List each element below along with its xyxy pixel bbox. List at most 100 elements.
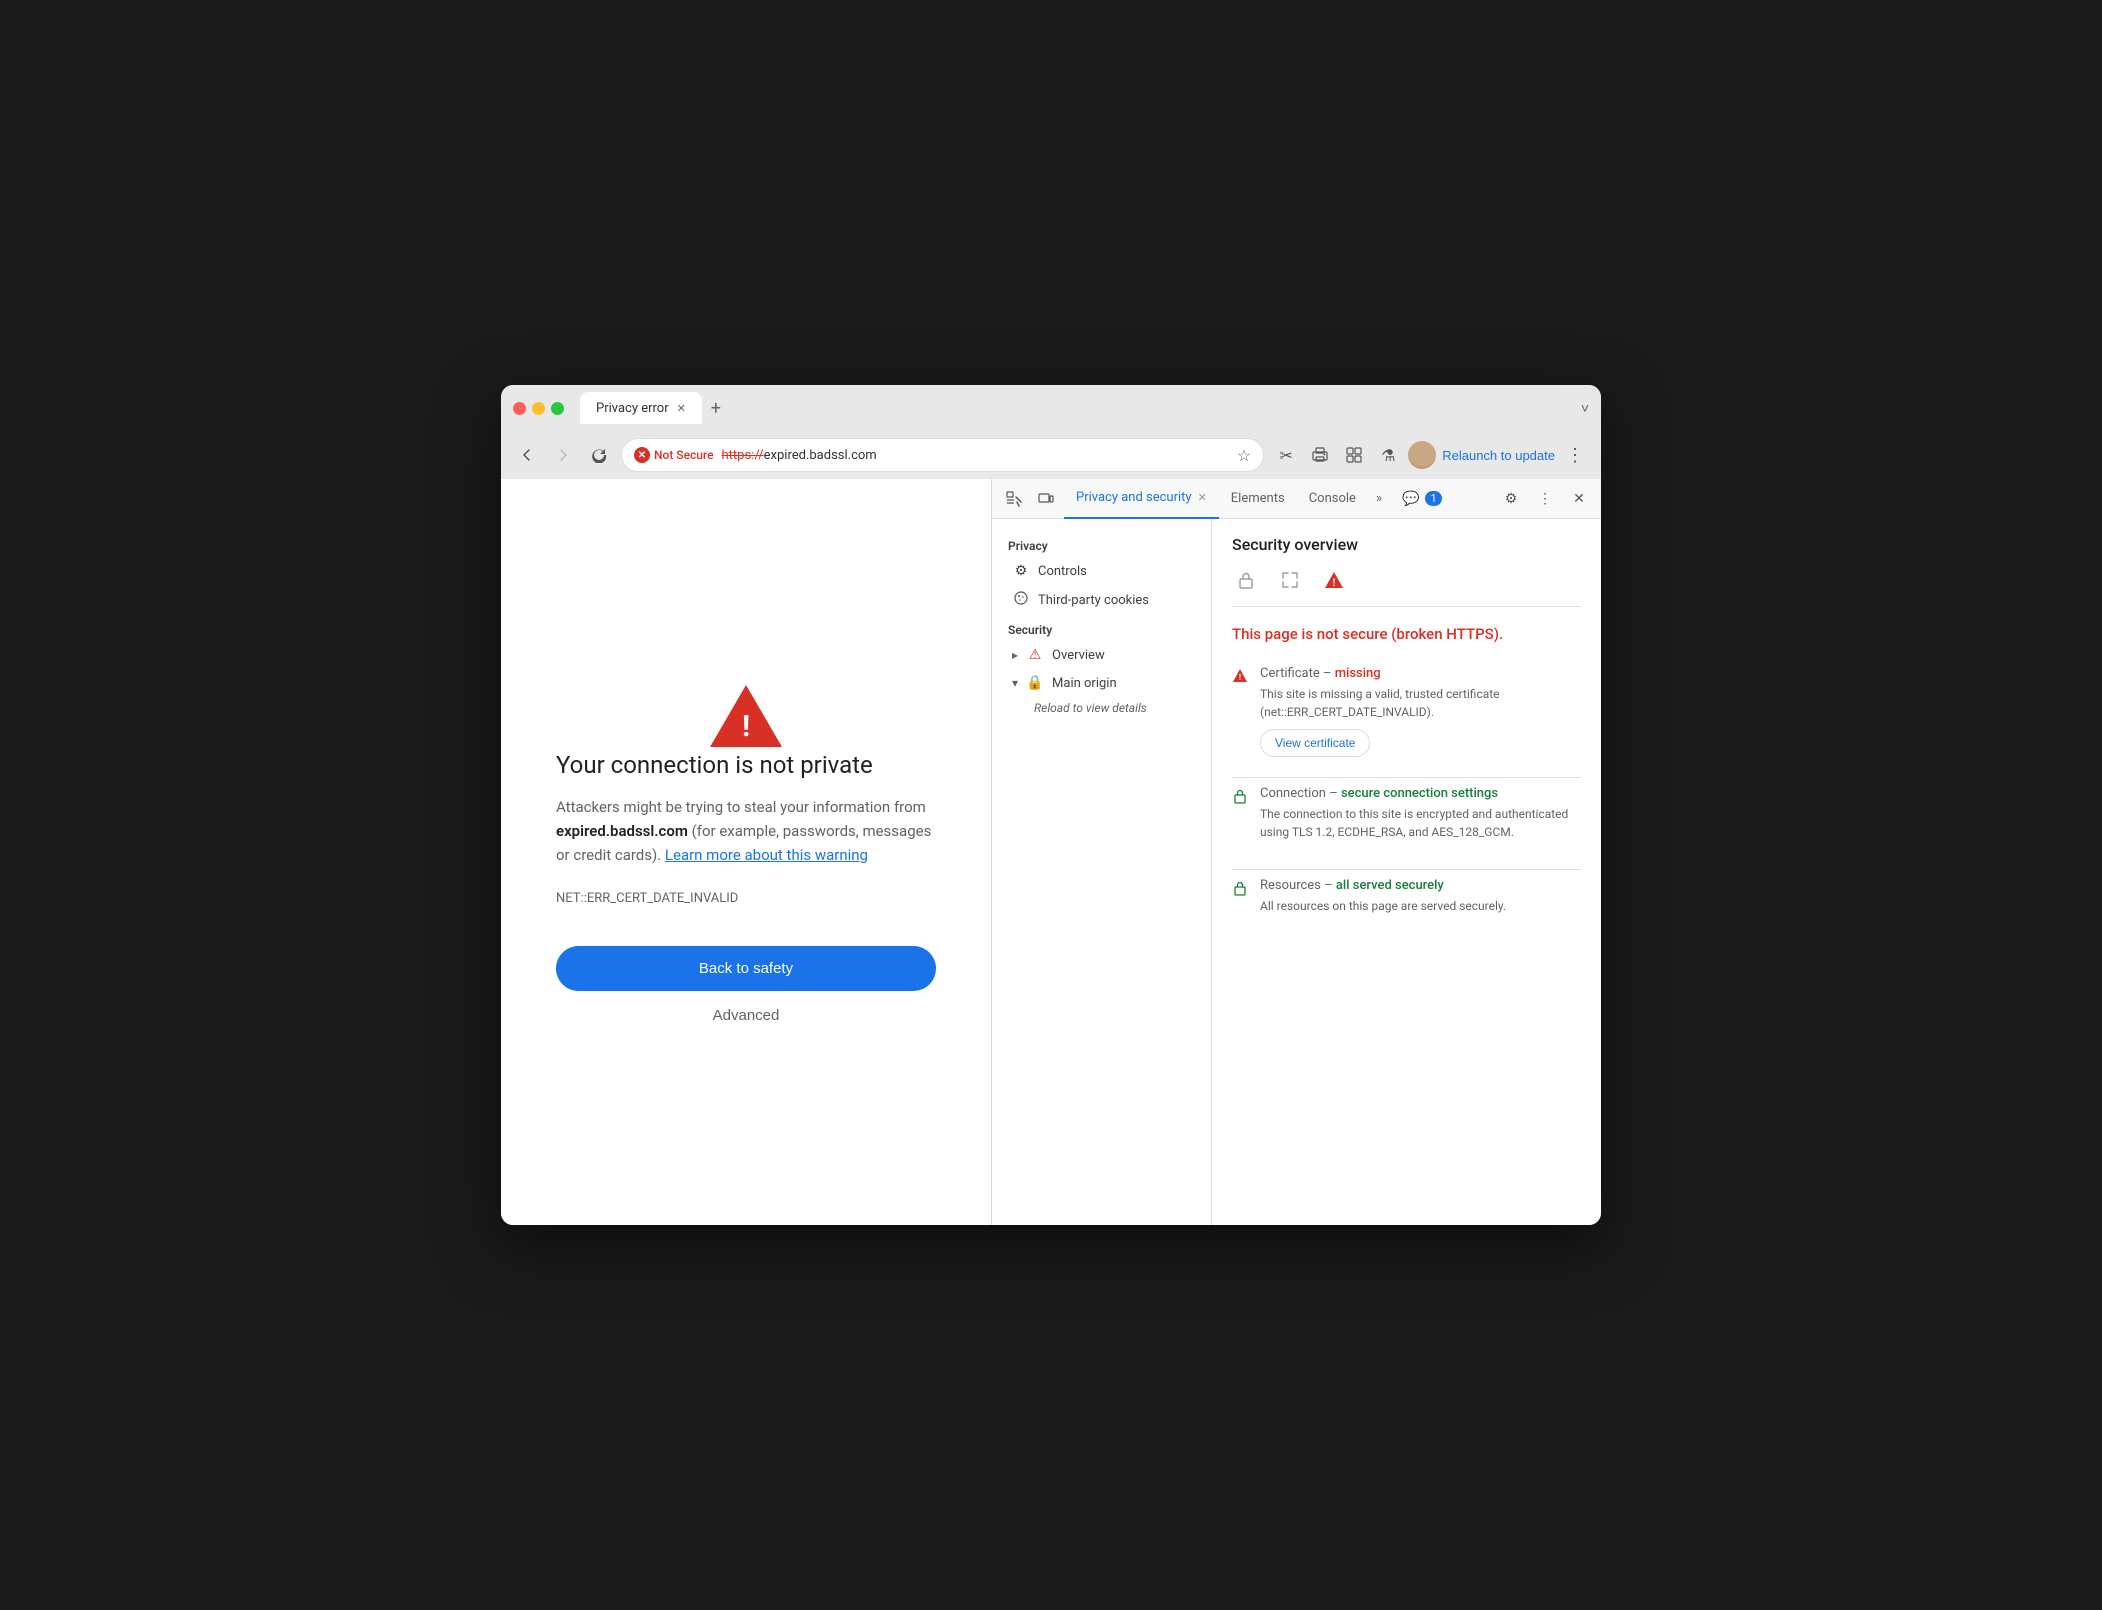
third-party-cookies-label: Third-party cookies [1038, 593, 1149, 608]
sidebar-item-overview[interactable]: ▸ ⚠ Overview [996, 641, 1207, 669]
avatar[interactable] [1408, 441, 1436, 469]
conn-lock-icon [1232, 788, 1248, 808]
security-main-panel: Security overview ! [1212, 519, 1601, 1225]
controls-label: Controls [1038, 564, 1087, 579]
flask-icon[interactable]: ⚗ [1374, 441, 1402, 469]
security-overview-title: Security overview [1232, 535, 1581, 554]
devtools-more-icon[interactable]: ⋮ [1531, 485, 1559, 513]
res-content: Resources – all served securely All reso… [1260, 878, 1581, 923]
lock-tab-icon[interactable] [1232, 566, 1260, 594]
svg-text:!: ! [742, 709, 750, 744]
tab-elements[interactable]: Elements [1219, 479, 1297, 519]
tab-elements-label: Elements [1231, 491, 1285, 506]
cert-title-label: Certificate [1260, 666, 1320, 681]
tab-console-label: Console [1309, 491, 1356, 506]
forward-button[interactable] [549, 441, 577, 469]
tab-privacy-error[interactable]: Privacy error ✕ [580, 392, 702, 424]
url-domain: expired.badssl.com [764, 448, 877, 463]
title-bar: Privacy error ✕ + ˅ [501, 385, 1601, 431]
not-secure-label: Not Secure [654, 448, 714, 462]
divider-2 [1232, 869, 1581, 870]
cert-warning-icon: ! [1232, 668, 1248, 688]
tab-privacy-security-label: Privacy and security [1076, 490, 1192, 505]
warning-triangle-icon: ! [706, 681, 786, 751]
address-bar[interactable]: ✕ Not Secure https://expired.badssl.com … [621, 438, 1264, 472]
cert-title: Certificate – missing [1260, 666, 1581, 681]
error-domain: expired.badssl.com [556, 822, 688, 840]
overview-label: Overview [1052, 648, 1105, 663]
privacy-section-label: Privacy [992, 531, 1211, 557]
sidebar-item-main-origin[interactable]: ▾ 🔒 Main origin [996, 669, 1207, 697]
more-tabs-button[interactable]: » [1368, 491, 1390, 506]
reload-button[interactable] [585, 441, 613, 469]
messages-badge: 1 [1425, 491, 1441, 506]
sidebar-item-third-party-cookies[interactable]: Third-party cookies [996, 585, 1207, 615]
res-dash: – [1324, 878, 1336, 893]
maximize-traffic-light[interactable] [551, 402, 564, 415]
reload-details-label: Reload to view details [992, 697, 1211, 719]
cert-dash: – [1323, 666, 1335, 681]
back-to-safety-button[interactable]: Back to safety [556, 946, 936, 991]
more-menu-button[interactable]: ⋮ [1561, 441, 1589, 469]
cert-description: This site is missing a valid, trusted ce… [1260, 685, 1581, 721]
conn-dash: – [1329, 786, 1341, 801]
error-description: Attackers might be trying to steal your … [556, 795, 936, 867]
cert-status: missing [1335, 666, 1381, 681]
conn-status: secure connection settings [1341, 786, 1498, 801]
learn-more-link[interactable]: Learn more about this warning [665, 846, 868, 864]
extensions-icon[interactable] [1340, 441, 1368, 469]
scissors-icon[interactable]: ✂ [1272, 441, 1300, 469]
controls-icon: ⚙ [1012, 563, 1030, 579]
devtools-content: Privacy ⚙ Controls Third-party cookies S… [992, 519, 1601, 1225]
tab-chevron-icon[interactable]: ˅ [1581, 400, 1589, 417]
new-tab-button[interactable]: + [702, 394, 730, 422]
connection-row: Connection – secure connection settings … [1232, 786, 1581, 849]
devtools-settings-icons: ⚙ ⋮ ✕ [1497, 485, 1593, 513]
view-certificate-button[interactable]: View certificate [1260, 729, 1370, 757]
main-origin-expand-icon: ▾ [1012, 676, 1018, 690]
security-section-label: Security [992, 615, 1211, 641]
conn-description: The connection to this site is encrypted… [1260, 805, 1581, 841]
divider-1 [1232, 777, 1581, 778]
devtools-panel: Privacy and security ✕ Elements Console … [991, 479, 1601, 1225]
advanced-button[interactable]: Advanced [713, 1007, 780, 1024]
minimize-traffic-light[interactable] [532, 402, 545, 415]
tab-console[interactable]: Console [1297, 479, 1368, 519]
overview-warning-icon: ⚠ [1026, 647, 1044, 663]
avatar-image [1408, 441, 1436, 469]
tab-privacy-security[interactable]: Privacy and security ✕ [1064, 479, 1219, 519]
device-toolbar-icon[interactable] [1032, 485, 1060, 513]
close-traffic-light[interactable] [513, 402, 526, 415]
main-area: ! Your connection is not private Attacke… [501, 479, 1601, 1225]
tab-privacy-security-close[interactable]: ✕ [1198, 491, 1207, 504]
error-desc-text1: Attackers might be trying to steal your … [556, 798, 926, 816]
security-icons-row: ! [1232, 566, 1581, 607]
overview-expand-icon: ▸ [1012, 648, 1018, 662]
cert-content: Certificate – missing This site is missi… [1260, 666, 1581, 757]
toolbar-icons: ✂ ⚗ Relaunch to update ⋮ [1272, 441, 1589, 469]
devtools-settings-icon[interactable]: ⚙ [1497, 485, 1525, 513]
traffic-lights [513, 402, 564, 415]
back-button[interactable] [513, 441, 541, 469]
devtools-close-icon[interactable]: ✕ [1565, 485, 1593, 513]
devtools-tab-bar: Privacy and security ✕ Elements Console … [992, 479, 1601, 519]
relaunch-button[interactable]: Relaunch to update [1442, 448, 1555, 463]
print-icon[interactable] [1306, 441, 1334, 469]
conn-title-label: Connection [1260, 786, 1326, 801]
tab-title: Privacy error [596, 401, 669, 416]
res-status: all served securely [1336, 878, 1444, 893]
certificate-row: ! Certificate – missing This site is mis… [1232, 666, 1581, 757]
warning-tab-icon[interactable]: ! [1320, 566, 1348, 594]
tab-bar: Privacy error ✕ + [580, 392, 1573, 424]
bookmark-star-icon[interactable]: ☆ [1237, 446, 1251, 465]
sidebar-item-controls[interactable]: ⚙ Controls [996, 557, 1207, 585]
svg-text:!: ! [1239, 673, 1241, 682]
res-description: All resources on this page are served se… [1260, 897, 1581, 915]
browser-window: Privacy error ✕ + ˅ ✕ Not Secure https:/… [501, 385, 1601, 1225]
inspect-element-icon[interactable] [1000, 485, 1028, 513]
expand-icon[interactable] [1276, 566, 1304, 594]
tab-close-button[interactable]: ✕ [677, 402, 686, 415]
main-origin-label: Main origin [1052, 676, 1117, 691]
main-origin-lock-icon: 🔒 [1026, 675, 1044, 691]
tab-messages-badge[interactable]: 💬 1 [1390, 479, 1454, 519]
